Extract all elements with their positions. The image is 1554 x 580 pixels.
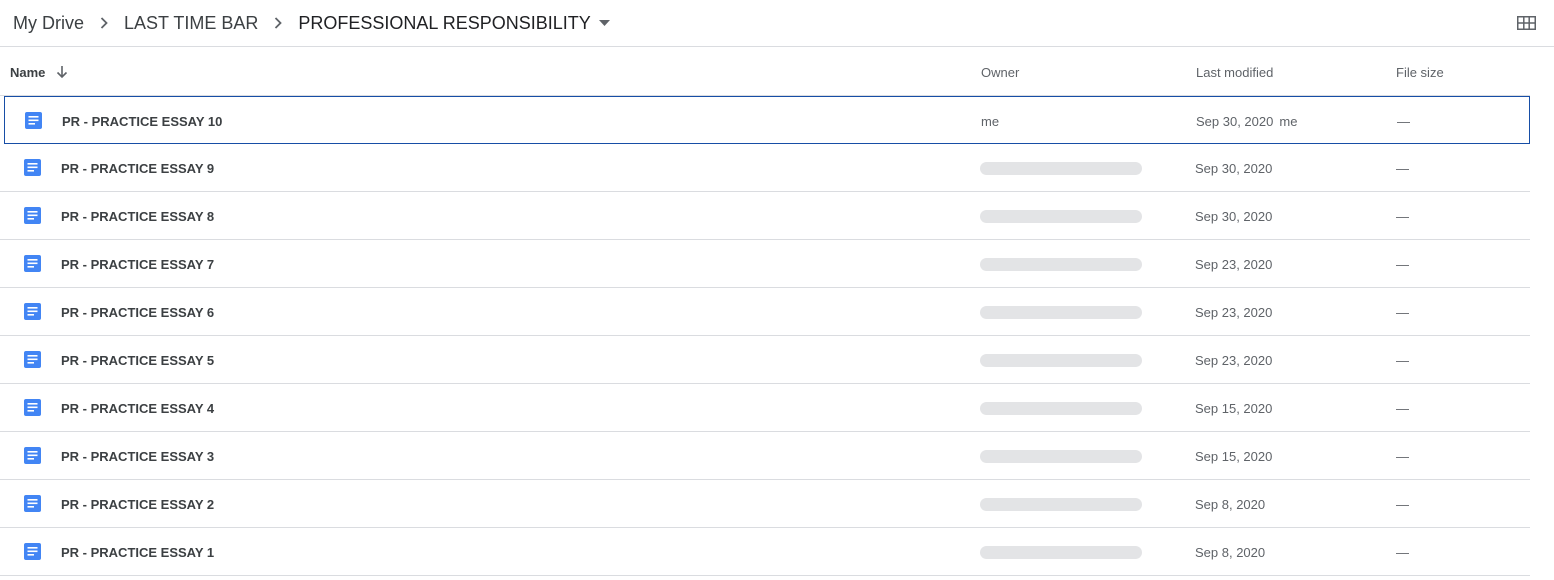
file-last-modified: Sep 15, 2020 xyxy=(1195,432,1272,480)
file-size: — xyxy=(1396,208,1409,224)
owner-placeholder xyxy=(980,161,1142,175)
breadcrumb: My Drive LAST TIME BAR PROFESSIONAL RESP… xyxy=(13,11,619,35)
file-row[interactable]: PR - PRACTICE ESSAY 4 Sep 15, 2020 — xyxy=(0,384,1530,432)
file-row[interactable]: PR - PRACTICE ESSAY 1 Sep 8, 2020 — xyxy=(0,528,1530,576)
breadcrumb-my-drive[interactable]: My Drive xyxy=(13,13,84,34)
file-size: — xyxy=(1396,448,1409,464)
file-size: — xyxy=(1396,160,1409,176)
file-name[interactable]: PR - PRACTICE ESSAY 10 xyxy=(62,97,222,145)
google-docs-icon xyxy=(24,207,41,224)
file-size: — xyxy=(1396,496,1409,512)
file-name[interactable]: PR - PRACTICE ESSAY 2 xyxy=(61,480,214,528)
google-docs-icon xyxy=(24,399,41,416)
file-row[interactable]: PR - PRACTICE ESSAY 10 me Sep 30, 2020 me — xyxy=(4,96,1530,144)
file-owner xyxy=(980,480,1142,528)
file-row[interactable]: PR - PRACTICE ESSAY 9 Sep 30, 2020 — xyxy=(0,144,1530,192)
file-size: — xyxy=(1396,544,1409,560)
owner-placeholder xyxy=(980,353,1142,367)
file-size: — xyxy=(1396,400,1409,416)
file-size: — xyxy=(1396,304,1409,320)
file-name[interactable]: PR - PRACTICE ESSAY 5 xyxy=(61,336,214,384)
modified-by: me xyxy=(1279,113,1298,129)
file-owner xyxy=(980,192,1142,240)
arrow-down-icon[interactable] xyxy=(55,65,69,79)
modified-date: Sep 8, 2020 xyxy=(1195,496,1266,512)
file-owner xyxy=(980,384,1142,432)
breadcrumb-current-folder[interactable]: PROFESSIONAL RESPONSIBILITY xyxy=(298,13,590,34)
chevron-right-icon xyxy=(258,11,298,35)
modified-date: Sep 23, 2020 xyxy=(1195,352,1273,368)
file-last-modified: Sep 23, 2020 xyxy=(1195,336,1272,384)
owner-placeholder xyxy=(980,401,1142,415)
file-size: — xyxy=(1396,352,1409,368)
file-last-modified: Sep 23, 2020 xyxy=(1195,240,1272,288)
file-owner xyxy=(980,528,1142,576)
file-name[interactable]: PR - PRACTICE ESSAY 8 xyxy=(61,192,214,240)
owner-placeholder xyxy=(980,497,1142,511)
modified-date: Sep 23, 2020 xyxy=(1195,304,1273,320)
file-owner xyxy=(980,240,1142,288)
column-header-name-label: Name xyxy=(10,64,46,80)
file-row[interactable]: PR - PRACTICE ESSAY 8 Sep 30, 2020 — xyxy=(0,192,1530,240)
modified-date: Sep 8, 2020 xyxy=(1195,544,1266,560)
owner-placeholder xyxy=(980,209,1142,223)
file-name[interactable]: PR - PRACTICE ESSAY 1 xyxy=(61,528,214,576)
file-last-modified: Sep 30, 2020 xyxy=(1195,144,1272,192)
google-docs-icon xyxy=(24,543,41,560)
grid-view-icon[interactable] xyxy=(1512,12,1540,34)
owner-placeholder xyxy=(980,257,1142,271)
file-size: — xyxy=(1396,256,1409,272)
chevron-right-icon xyxy=(84,11,124,35)
column-header-last-modified[interactable]: Last modified xyxy=(1196,48,1273,96)
owner-placeholder xyxy=(980,545,1142,559)
file-last-modified: Sep 15, 2020 xyxy=(1195,384,1272,432)
file-owner xyxy=(980,144,1142,192)
file-list: PR - PRACTICE ESSAY 10 me Sep 30, 2020 me — P… xyxy=(0,96,1530,576)
owner-placeholder xyxy=(980,449,1142,463)
column-header-owner[interactable]: Owner xyxy=(981,48,1019,96)
column-header-row: Name Owner Last modified File size xyxy=(0,48,1530,96)
file-row[interactable]: PR - PRACTICE ESSAY 7 Sep 23, 2020 — xyxy=(0,240,1530,288)
file-row[interactable]: PR - PRACTICE ESSAY 2 Sep 8, 2020 — xyxy=(0,480,1530,528)
file-last-modified: Sep 8, 2020 xyxy=(1195,528,1265,576)
modified-date: Sep 15, 2020 xyxy=(1195,400,1273,416)
folder-dropdown-icon[interactable] xyxy=(591,11,619,35)
modified-date: Sep 30, 2020 xyxy=(1195,160,1273,176)
file-row[interactable]: PR - PRACTICE ESSAY 6 Sep 23, 2020 — xyxy=(0,288,1530,336)
file-name[interactable]: PR - PRACTICE ESSAY 4 xyxy=(61,384,214,432)
modified-date: Sep 30, 2020 xyxy=(1195,208,1273,224)
column-header-name[interactable]: Name xyxy=(10,48,69,96)
file-owner xyxy=(980,336,1142,384)
google-docs-icon xyxy=(24,351,41,368)
google-docs-icon xyxy=(24,447,41,464)
google-docs-icon xyxy=(24,255,41,272)
file-last-modified: Sep 23, 2020 xyxy=(1195,288,1272,336)
google-docs-icon xyxy=(24,495,41,512)
file-row[interactable]: PR - PRACTICE ESSAY 3 Sep 15, 2020 — xyxy=(0,432,1530,480)
file-last-modified: Sep 8, 2020 xyxy=(1195,480,1265,528)
file-size: — xyxy=(1397,113,1410,129)
google-docs-icon xyxy=(24,159,41,176)
google-docs-icon xyxy=(25,112,42,129)
file-last-modified: Sep 30, 2020 me xyxy=(1196,97,1297,145)
owner-name: me xyxy=(981,113,1000,129)
owner-placeholder xyxy=(980,305,1142,319)
file-last-modified: Sep 30, 2020 xyxy=(1195,192,1272,240)
modified-date: Sep 23, 2020 xyxy=(1195,256,1273,272)
file-name[interactable]: PR - PRACTICE ESSAY 3 xyxy=(61,432,214,480)
file-owner: me xyxy=(981,97,999,145)
google-docs-icon xyxy=(24,303,41,320)
file-owner xyxy=(980,288,1142,336)
file-row[interactable]: PR - PRACTICE ESSAY 5 Sep 23, 2020 — xyxy=(0,336,1530,384)
file-name[interactable]: PR - PRACTICE ESSAY 7 xyxy=(61,240,214,288)
modified-date: Sep 30, 2020 xyxy=(1196,113,1274,129)
file-name[interactable]: PR - PRACTICE ESSAY 9 xyxy=(61,144,214,192)
file-name[interactable]: PR - PRACTICE ESSAY 6 xyxy=(61,288,214,336)
drive-header: My Drive LAST TIME BAR PROFESSIONAL RESP… xyxy=(0,0,1554,47)
column-header-file-size[interactable]: File size xyxy=(1396,48,1444,96)
breadcrumb-last-time-bar[interactable]: LAST TIME BAR xyxy=(124,13,258,34)
modified-date: Sep 15, 2020 xyxy=(1195,448,1273,464)
file-owner xyxy=(980,432,1142,480)
